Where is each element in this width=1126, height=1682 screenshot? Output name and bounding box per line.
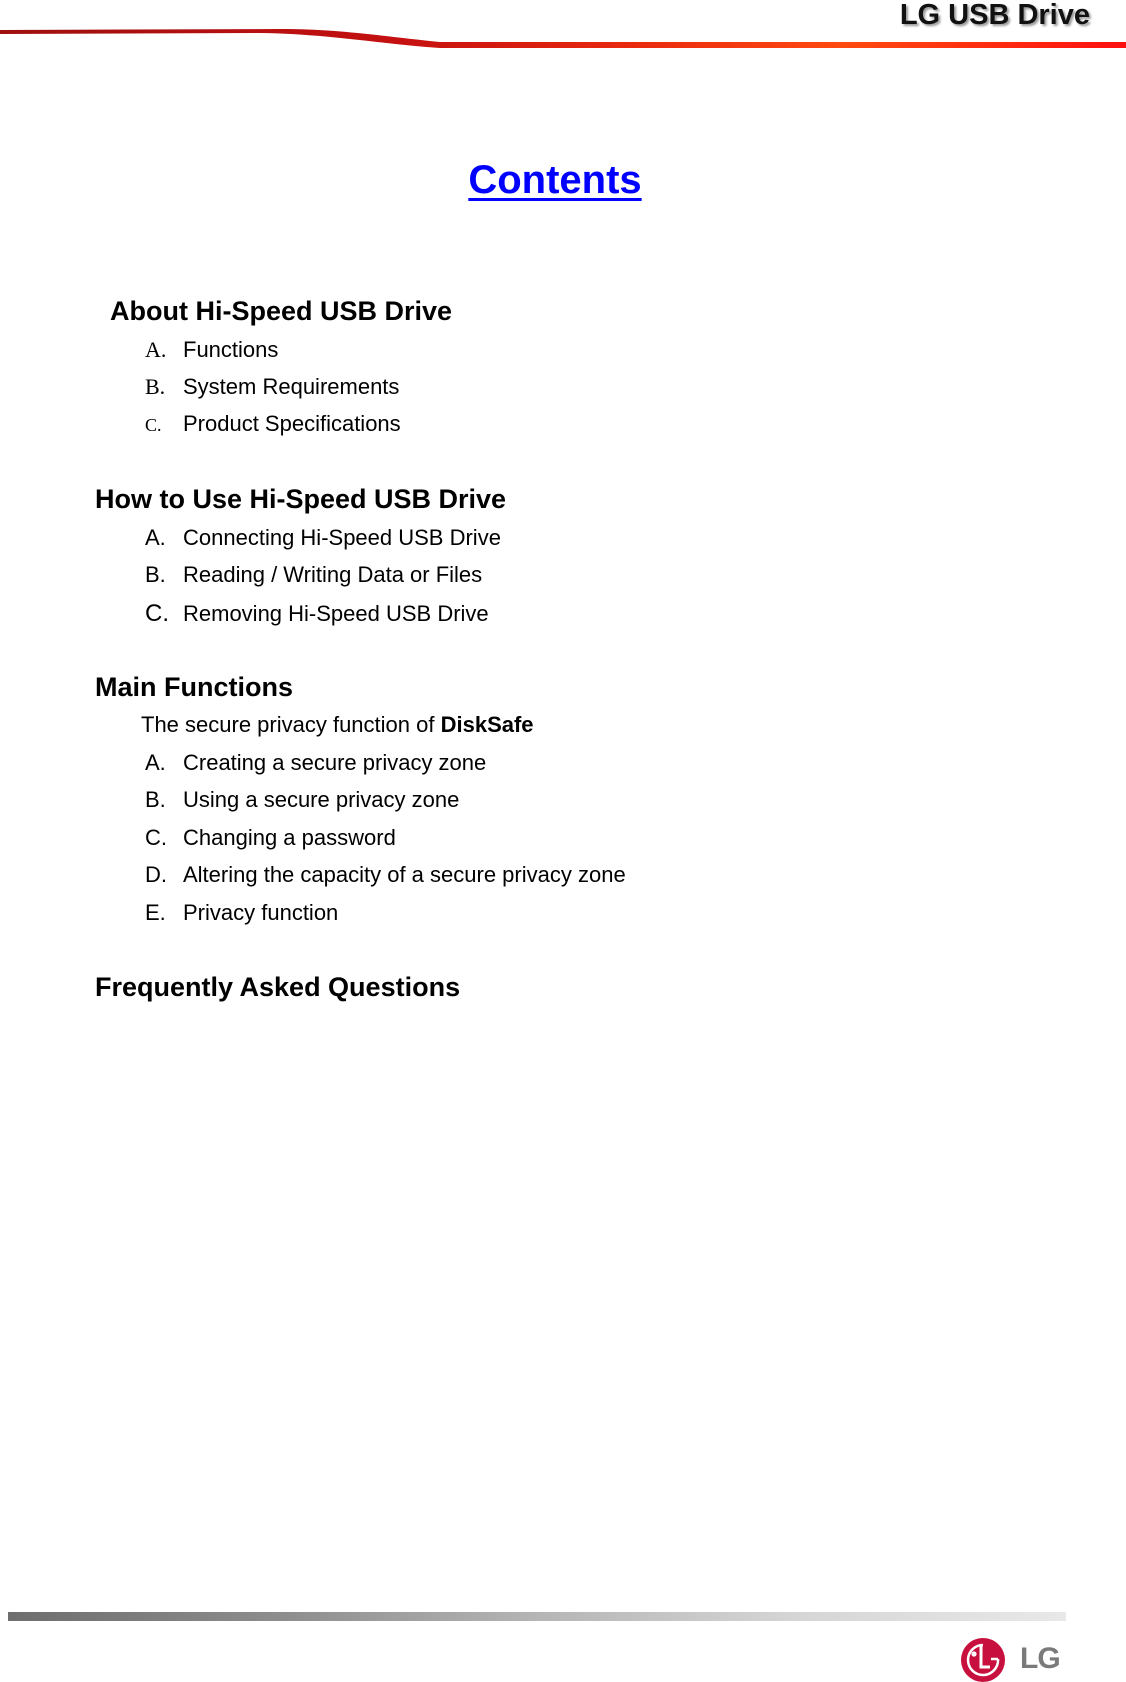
toc-item-altering-capacity[interactable]: D. Altering the capacity of a secure priv… [145,861,626,889]
lg-logo-text: LG [1020,1642,1061,1675]
item-label: Altering the capacity of a secure privac… [183,862,626,887]
toc-item-creating-zone[interactable]: A. Creating a secure privacy zone [145,749,486,777]
item-marker: E. [145,900,166,925]
item-marker: C. [145,600,169,627]
toc-item-using-zone[interactable]: B. Using a secure privacy zone [145,786,459,814]
item-marker: A. [145,337,167,362]
toc-item-privacy-function[interactable]: E. Privacy function [145,899,338,927]
item-marker: C. [145,415,162,435]
intro-text: The secure privacy function of [141,712,441,737]
item-marker: B. [145,374,166,399]
toc-item-functions[interactable]: A. Functions [145,336,278,364]
item-marker: B. [145,562,166,587]
intro-product-name: DiskSafe [440,712,534,737]
header-swoosh-decoration [0,29,1126,48]
item-marker: D. [145,862,167,887]
item-label: Using a secure privacy zone [183,787,460,812]
section-heading[interactable]: How to Use Hi-Speed USB Drive [95,484,506,515]
item-label: Product Specifications [183,411,401,436]
toc-item-removing[interactable]: C. Removing Hi-Speed USB Drive [145,600,489,628]
item-label: Changing a password [183,825,396,850]
toc-item-connecting[interactable]: A. Connecting Hi-Speed USB Drive [145,524,501,552]
item-marker: B. [145,787,166,812]
item-label: System Requirements [183,374,400,399]
toc-item-changing-password[interactable]: C. Changing a password [145,824,396,852]
item-label: Connecting Hi-Speed USB Drive [183,525,501,550]
item-label: Creating a secure privacy zone [183,750,487,775]
toc-item-reading-writing[interactable]: B. Reading / Writing Data or Files [145,561,482,589]
section-heading[interactable]: Frequently Asked Questions [95,972,460,1003]
footer-gradient-bar [8,1612,1066,1621]
section-heading[interactable]: About Hi-Speed USB Drive [110,296,452,327]
item-label: Privacy function [183,900,339,925]
item-label: Removing Hi-Speed USB Drive [183,601,489,626]
toc-item-system-requirements[interactable]: B. System Requirements [145,373,399,401]
toc-item-product-specifications[interactable]: C. Product Specifications [145,410,401,438]
item-label: Reading / Writing Data or Files [183,562,483,587]
section-heading[interactable]: Main Functions [95,672,293,703]
item-label: Functions [183,337,279,362]
item-marker: C. [145,825,167,850]
item-marker: A. [145,525,166,550]
item-marker: A. [145,750,166,775]
page-title: Contents [468,158,642,202]
section-intro: The secure privacy function of DiskSafe [141,712,534,738]
